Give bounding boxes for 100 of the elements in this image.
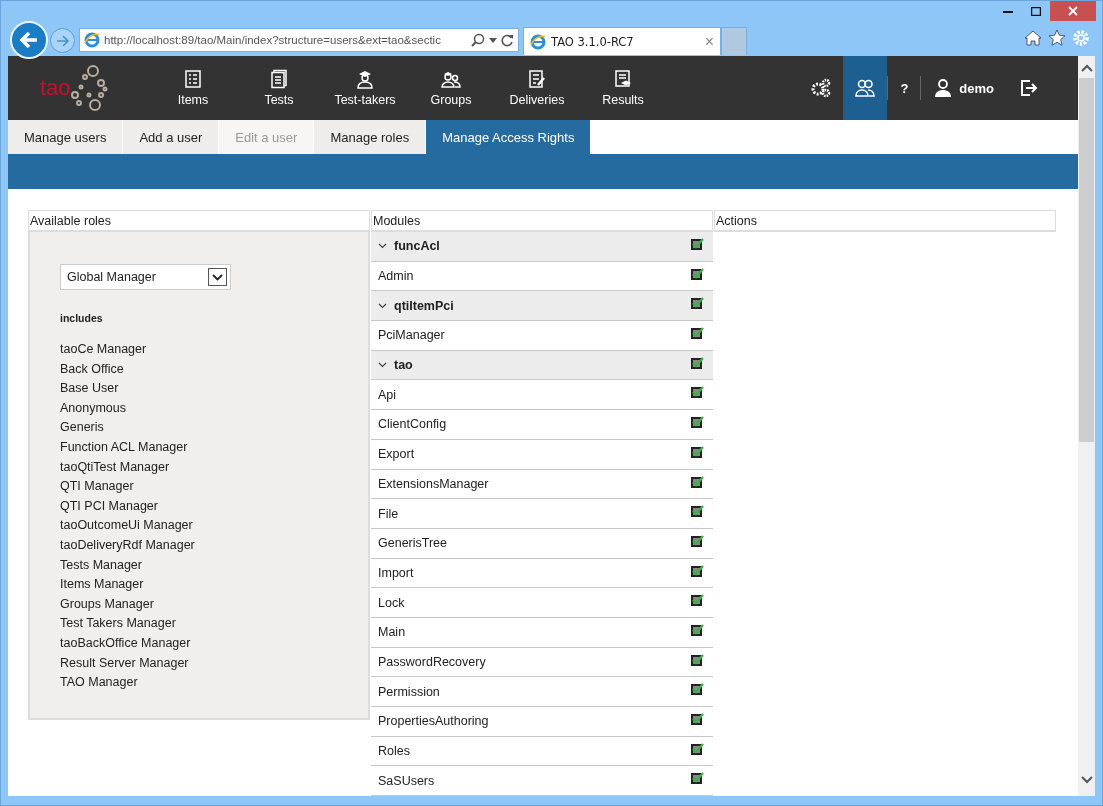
module-name: Permission	[378, 684, 441, 699]
checked-box-icon[interactable]	[690, 712, 705, 726]
checked-box-icon[interactable]	[690, 474, 705, 489]
role-item: Test Takers Manager	[60, 615, 177, 633]
tab[interactable]: Manage roles	[314, 120, 426, 154]
logout-icon	[1018, 78, 1038, 98]
checked-box-icon[interactable]	[690, 296, 705, 311]
module-name: SaSUsers	[378, 773, 436, 788]
back-button[interactable]	[10, 21, 48, 59]
tab[interactable]: Manage users	[8, 120, 123, 154]
scroll-down-icon[interactable]	[1080, 776, 1093, 784]
users-button[interactable]	[843, 56, 888, 120]
nav-item[interactable]: Results	[582, 56, 664, 120]
module-name: ClientConfig	[378, 417, 448, 432]
nav-item[interactable]: Tests	[238, 56, 320, 120]
documents-icon	[269, 69, 289, 89]
list-icon	[183, 69, 203, 89]
role-item: Back Office	[60, 360, 125, 378]
checked-box-icon[interactable]	[690, 504, 705, 519]
maximize-icon	[1031, 6, 1041, 16]
scroll-up-icon[interactable]	[1080, 64, 1093, 72]
module-name: GenerisTree	[378, 536, 448, 551]
checked-box-icon[interactable]	[690, 385, 705, 400]
tab-close-button[interactable]: ×	[704, 32, 714, 51]
checked-box-icon[interactable]	[690, 682, 705, 697]
role-item: TAO Manager	[60, 674, 139, 692]
chevron-down-icon[interactable]	[378, 243, 387, 250]
arrow-left-icon	[19, 31, 39, 49]
module-name: PciManager	[378, 328, 446, 343]
module-group-name: tao	[394, 358, 414, 373]
people-icon	[441, 69, 461, 89]
checked-box-icon[interactable]	[690, 237, 705, 251]
nav-item[interactable]: Deliveries	[496, 56, 578, 120]
module-name: Export	[378, 447, 416, 462]
checked-box-icon[interactable]	[690, 355, 705, 370]
checked-box-icon[interactable]	[690, 444, 705, 459]
search-icon[interactable]	[471, 33, 485, 47]
checked-box-icon[interactable]	[690, 741, 705, 756]
document-graduate-icon	[613, 69, 633, 89]
checked-box-icon[interactable]	[690, 415, 705, 430]
module-name: Import	[378, 565, 415, 580]
role-item: Base User	[60, 380, 120, 398]
help-button[interactable]: ?	[888, 56, 921, 120]
close-button[interactable]	[1050, 1, 1096, 21]
role-item: taoQtiTest Manager	[60, 458, 171, 476]
role-item: QTI Manager	[60, 478, 135, 496]
module-name: PasswordRecovery	[378, 654, 487, 669]
role-item: Function ACL Manager	[60, 438, 189, 456]
column-header: Actions	[714, 210, 1056, 232]
checked-box-icon[interactable]	[690, 533, 705, 548]
graduate-icon	[355, 69, 375, 89]
nav-item[interactable]: Groups	[410, 56, 492, 120]
star-icon[interactable]	[1048, 29, 1066, 47]
module-group-row[interactable]: funcAcl	[371, 232, 713, 262]
chevron-down-icon[interactable]	[378, 362, 387, 369]
close-icon	[1068, 6, 1078, 16]
home-icon[interactable]	[1024, 29, 1042, 47]
user-menu[interactable]: demo	[921, 56, 1006, 120]
dropdown-icon[interactable]	[489, 37, 497, 43]
checked-box-icon[interactable]	[690, 326, 705, 341]
role-item: Tests Manager	[60, 556, 143, 574]
module-name: Roles	[378, 744, 411, 759]
module-group-name: qtiItemPci	[394, 298, 455, 313]
checked-box-icon[interactable]	[690, 593, 705, 608]
checked-box-icon[interactable]	[690, 652, 705, 667]
arrow-right-icon	[55, 34, 70, 47]
chevron-down-icon[interactable]	[378, 302, 387, 309]
checked-box-icon[interactable]	[690, 266, 705, 281]
dots-drawing	[70, 65, 109, 111]
browser-tab[interactable]: TAO 3.1.0-RC7 ×	[523, 27, 721, 55]
checked-box-icon[interactable]	[690, 771, 705, 786]
browser-logo-icon	[530, 33, 546, 50]
role-item: taoBackOffice Manager	[60, 634, 192, 652]
checked-box-icon[interactable]	[690, 563, 705, 578]
module-name: Api	[378, 387, 398, 402]
module-group-row[interactable]: qtiItemPci	[371, 291, 713, 322]
nav-item[interactable]: Items	[152, 56, 234, 120]
settings-icon	[811, 78, 832, 98]
role-item: taoCe Manager	[60, 341, 148, 358]
checked-box-icon[interactable]	[690, 622, 705, 637]
role-item: taoOutcomeUi Manager	[60, 517, 194, 535]
module-name: Main	[378, 625, 407, 640]
role-select[interactable]: Global Manager	[60, 264, 231, 290]
role-item: Result Server Manager	[60, 654, 190, 672]
includes-label: includes	[60, 312, 104, 324]
module-group-row[interactable]: tao	[371, 350, 713, 381]
tab[interactable]: Add a user	[123, 120, 219, 154]
browser-logo-icon	[84, 32, 100, 48]
address-bar[interactable]: http://localhost:89/tao/Main/index?structure=users&ext=tao&sectic	[79, 28, 519, 52]
role-item: Groups Manager	[60, 595, 155, 613]
refresh-icon[interactable]	[501, 33, 514, 47]
module-name: PropertiesAuthoring	[378, 714, 490, 729]
scrollbar[interactable]	[1078, 56, 1095, 796]
scroll-thumb[interactable]	[1079, 78, 1094, 442]
role-item: Items Manager	[60, 576, 145, 594]
document-pencil-icon	[527, 69, 547, 89]
nav-item[interactable]: Test-takers	[324, 56, 406, 120]
module-name: Lock	[378, 595, 406, 610]
tab[interactable]: Manage Access Rights	[426, 120, 591, 154]
module-group-name: funcAcl	[394, 239, 441, 254]
